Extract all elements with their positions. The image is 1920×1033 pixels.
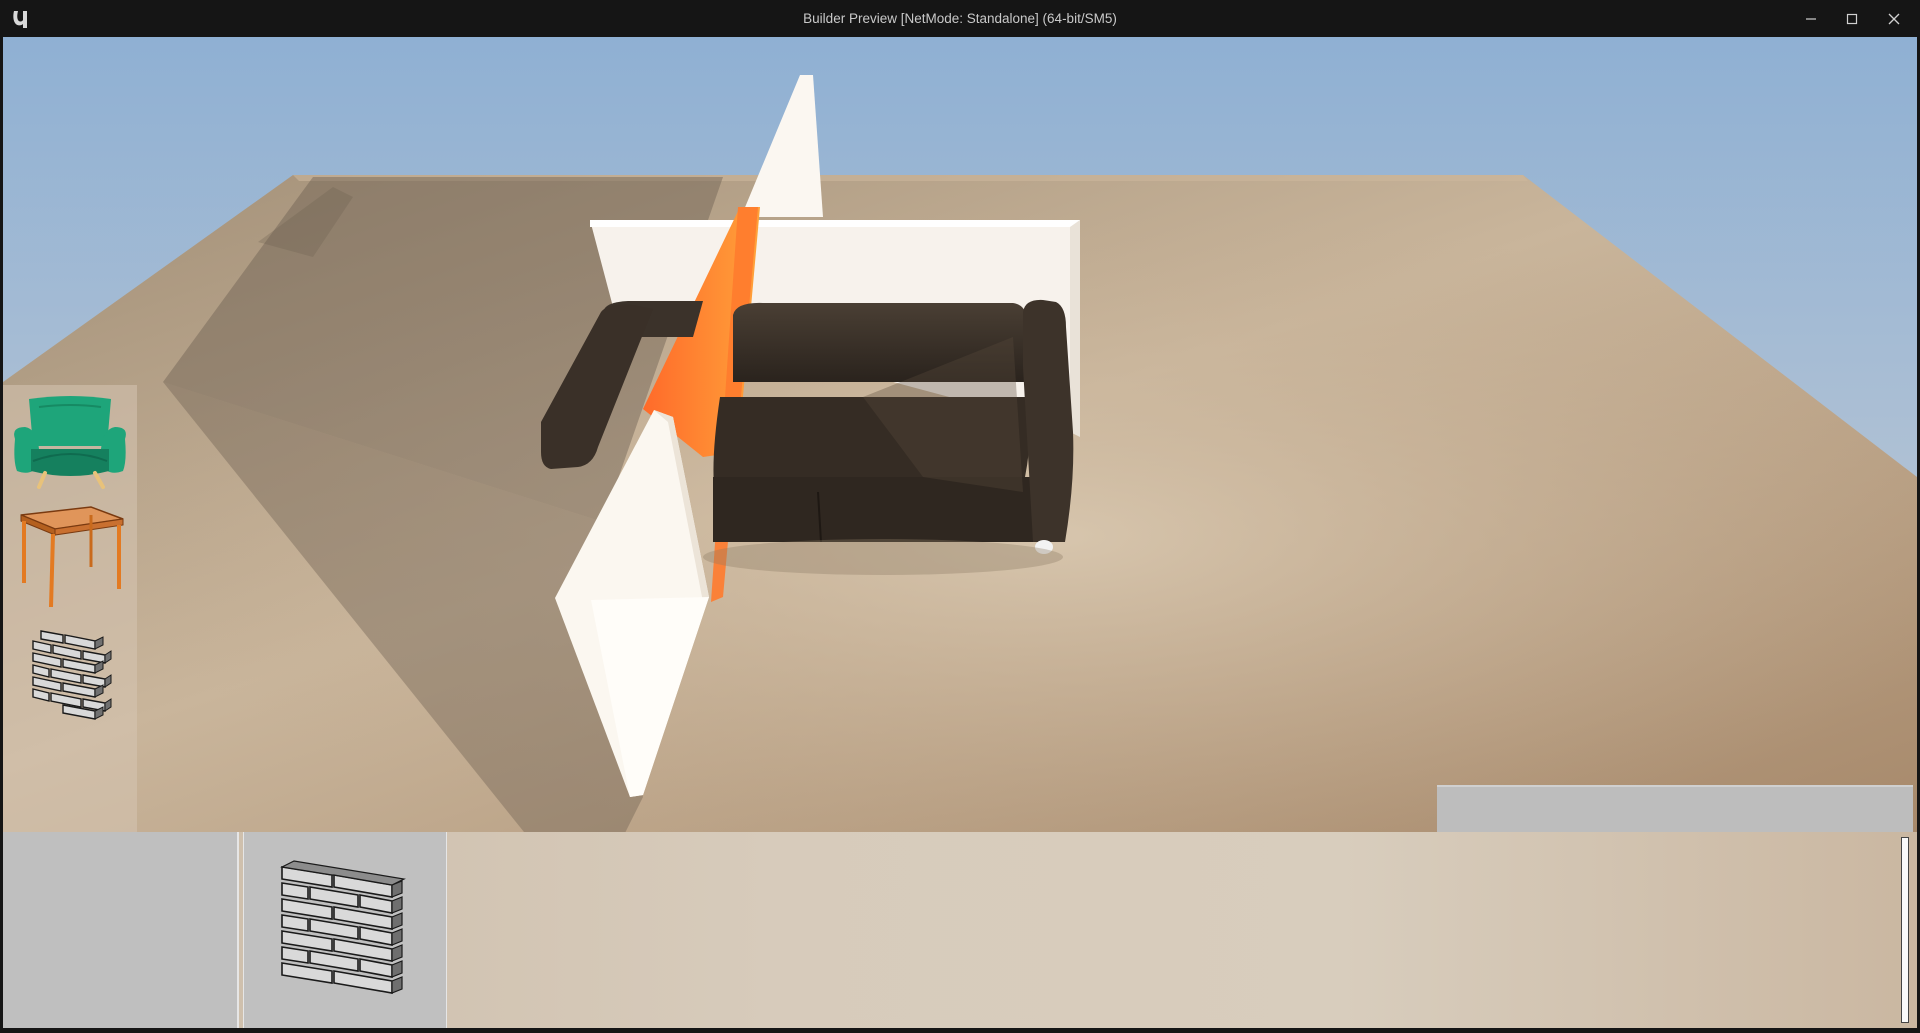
maximize-icon: [1846, 13, 1858, 24]
minimize-button[interactable]: [1790, 0, 1832, 37]
bottom-scrollbar[interactable]: [1901, 837, 1909, 1023]
brick-wall-icon: [280, 860, 406, 994]
catalog-item-table[interactable]: [11, 501, 129, 611]
close-button[interactable]: [1873, 0, 1915, 37]
bottom-slot-wall[interactable]: [243, 832, 447, 1028]
info-panel: [1437, 785, 1913, 834]
bottom-slot-empty[interactable]: [3, 832, 239, 1028]
minimize-icon: [1806, 17, 1816, 20]
catalog-item-armchair[interactable]: [11, 391, 129, 501]
bottom-toolbar: [3, 832, 1917, 1028]
armchair-icon: [14, 396, 126, 489]
brick-wall-icon: [32, 630, 112, 720]
window-title: Builder Preview [NetMode: Standalone] (6…: [803, 11, 1117, 26]
close-icon: [1888, 13, 1900, 24]
maximize-button[interactable]: [1831, 0, 1873, 37]
table-icon: [20, 506, 124, 608]
catalog-panel: [3, 385, 137, 832]
catalog-item-wall[interactable]: [11, 625, 129, 735]
window-titlebar[interactable]: Builder Preview [NetMode: Standalone] (6…: [0, 0, 1920, 37]
